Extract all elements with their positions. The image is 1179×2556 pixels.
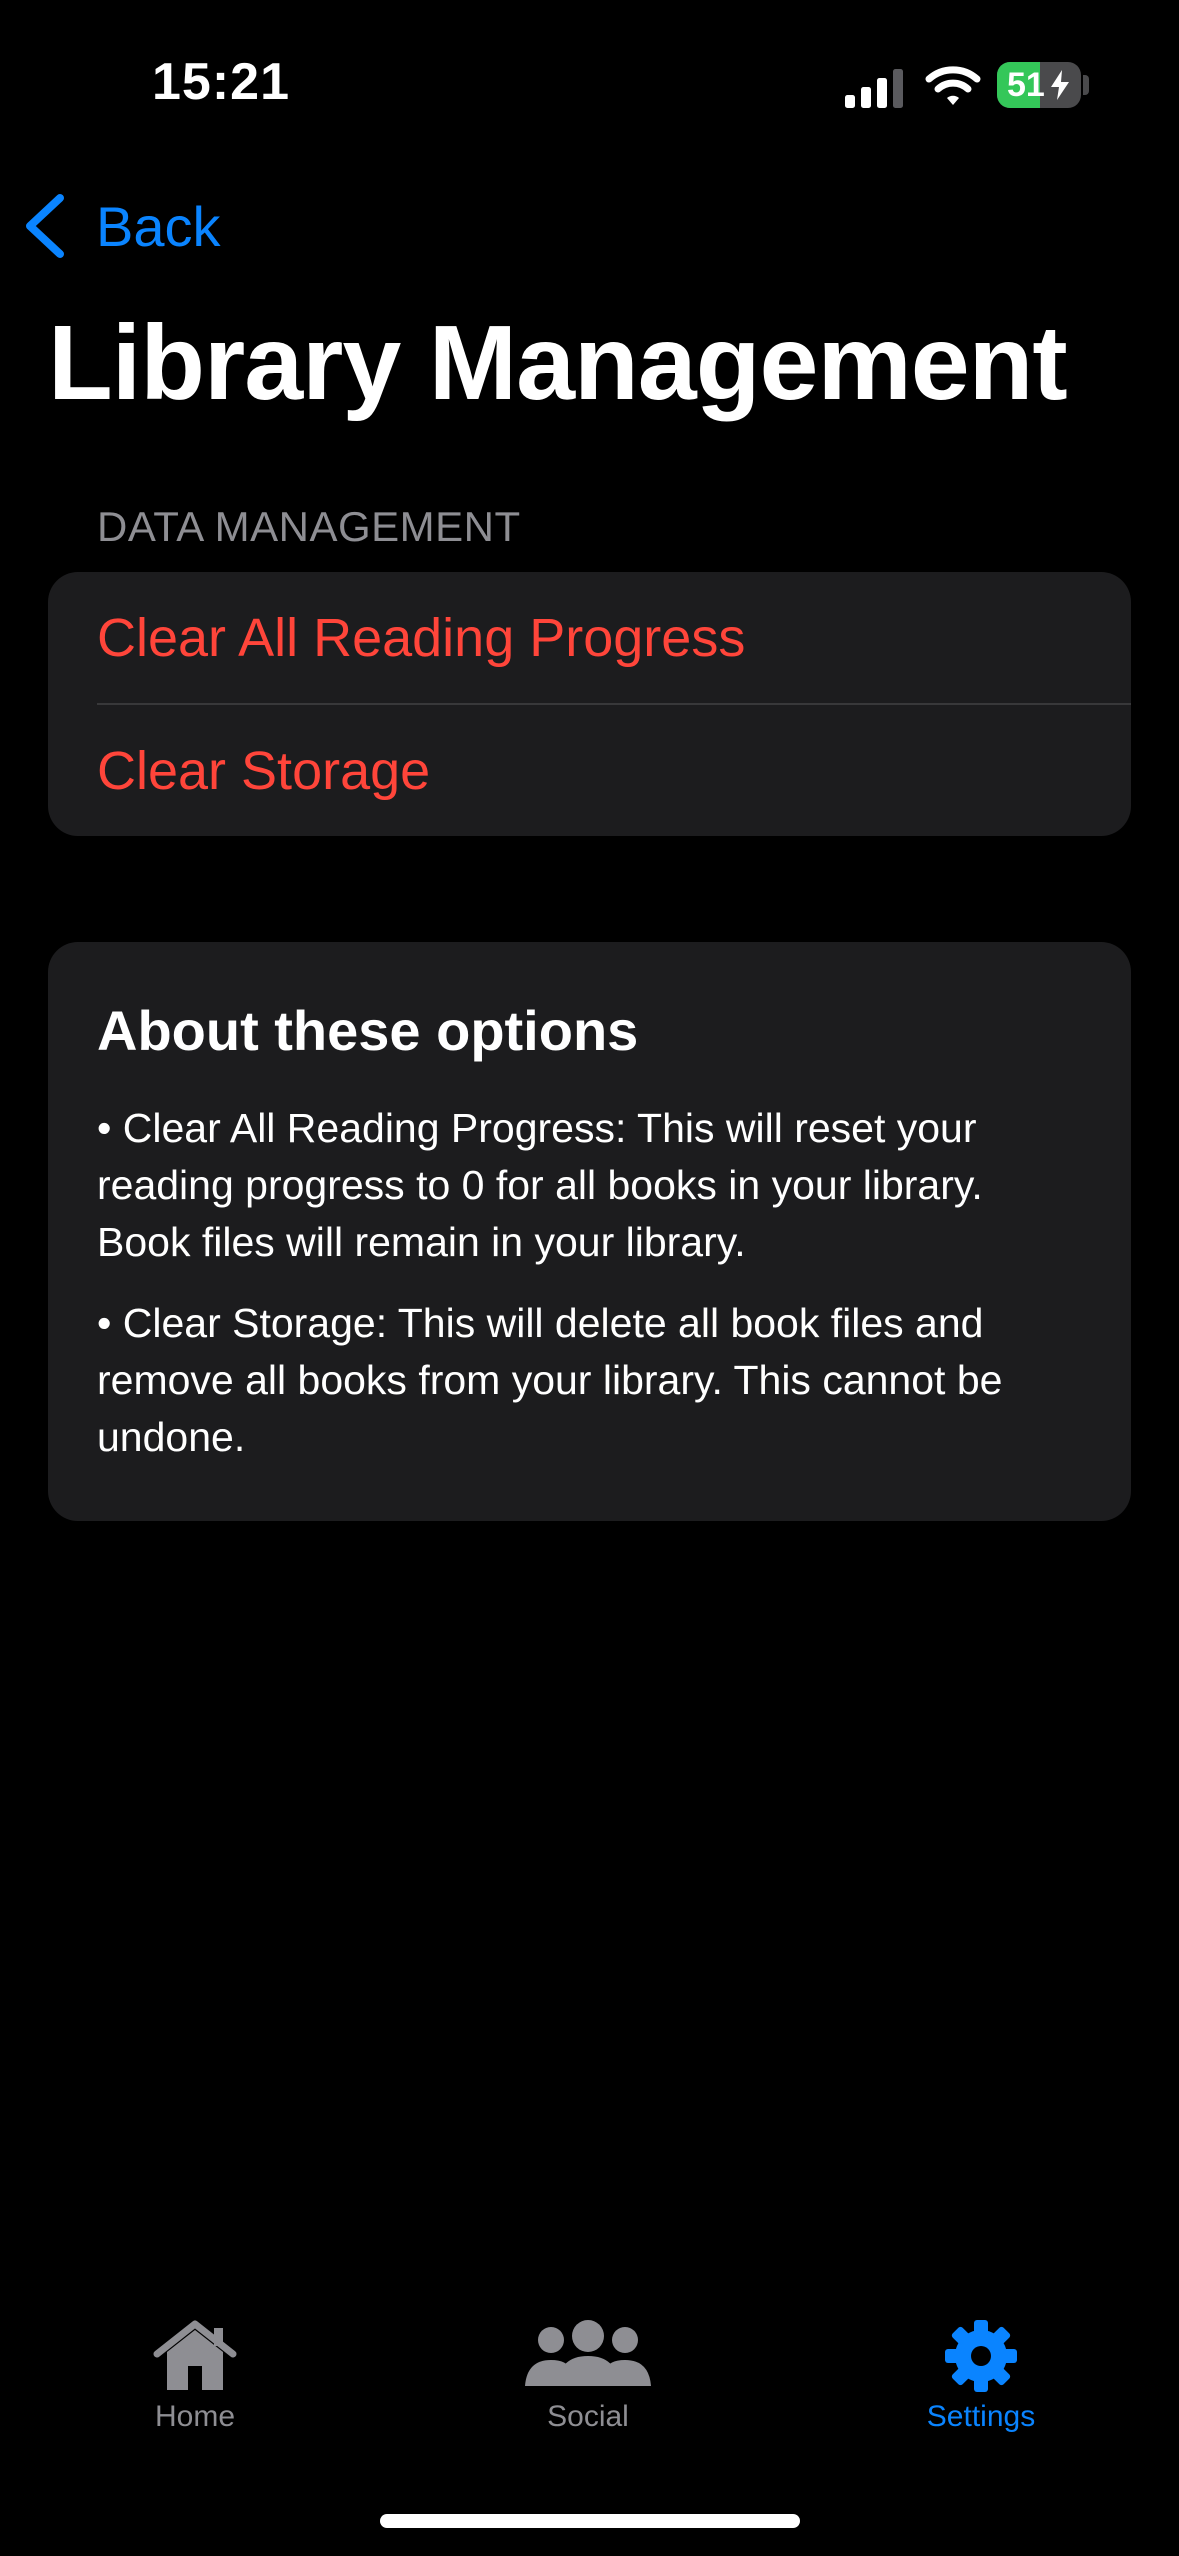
people-icon (525, 2320, 651, 2386)
tab-social[interactable]: Social (458, 2318, 718, 2458)
charging-bolt-icon (1051, 70, 1069, 100)
wifi-icon (925, 66, 981, 105)
tab-settings[interactable]: Settings (851, 2318, 1111, 2458)
cellular-signal-icon (845, 69, 903, 108)
back-label: Back (96, 194, 221, 258)
clear-reading-progress-button[interactable]: Clear All Reading Progress (97, 572, 1131, 703)
page-title: Library Management (48, 304, 1068, 422)
tab-social-label: Social (547, 2400, 629, 2433)
about-paragraph-reading-progress: • Clear All Reading Progress: This will … (97, 1105, 983, 1265)
data-management-card: Clear All Reading Progress Clear Storage (48, 572, 1131, 836)
status-time: 15:21 (152, 53, 290, 111)
tab-home-label: Home (154, 2400, 236, 2433)
gear-icon (945, 2320, 1017, 2392)
clear-storage-button[interactable]: Clear Storage (97, 705, 1131, 836)
home-indicator (380, 2514, 800, 2528)
house-icon (153, 2320, 237, 2390)
back-button[interactable]: Back (22, 186, 221, 266)
battery-level: 51 (1007, 66, 1045, 104)
battery-icon: 51 (997, 62, 1081, 108)
tab-home[interactable]: Home (65, 2318, 325, 2458)
about-card: About these options • Clear All Reading … (48, 942, 1131, 1521)
about-title: About these options (97, 999, 639, 1062)
battery-cap (1083, 75, 1089, 95)
chevron-left-icon (26, 194, 64, 258)
about-paragraph-storage: • Clear Storage: This will delete all bo… (97, 1300, 1003, 1460)
tab-settings-label: Settings (926, 2400, 1036, 2433)
section-header-data-management: DATA MANAGEMENT (97, 503, 521, 550)
